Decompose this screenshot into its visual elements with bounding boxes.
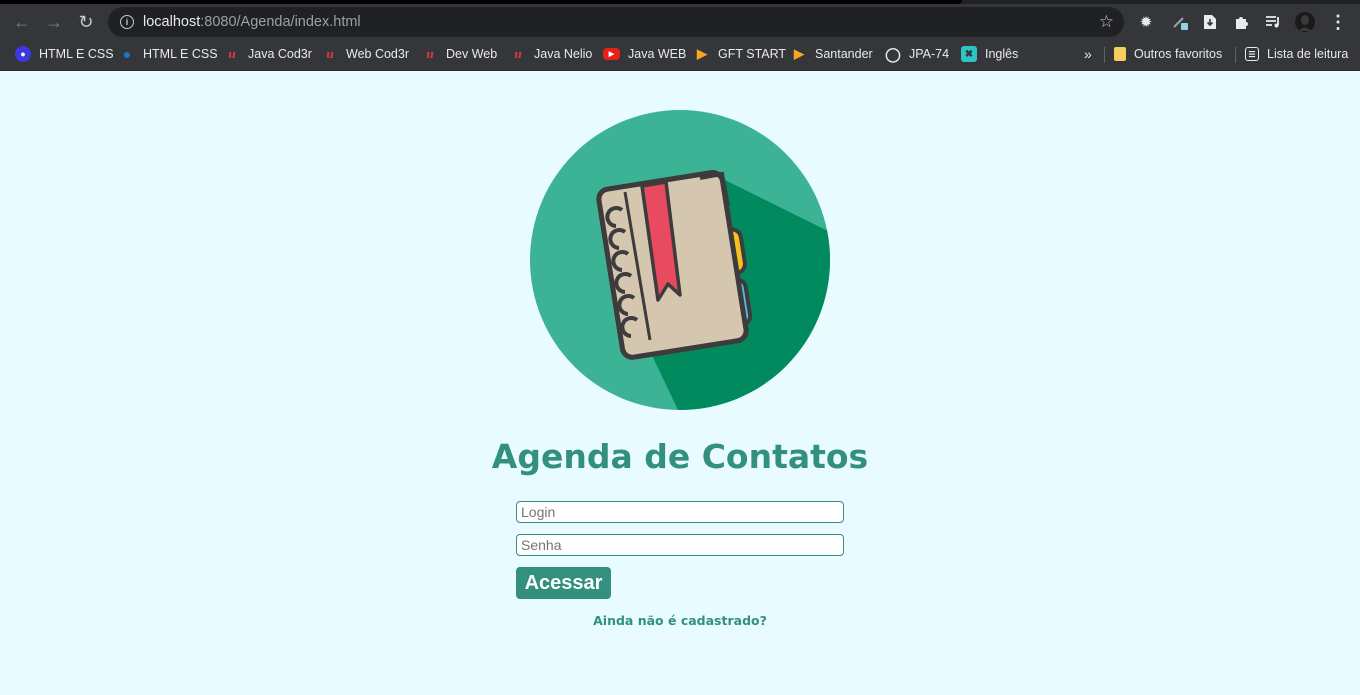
bookmark-item[interactable]: ✖ Inglês (961, 40, 1018, 68)
profile-avatar[interactable] (1291, 8, 1319, 36)
bookmark-label: Java Nelio (534, 47, 593, 61)
bookmark-label: Java Cod3r (248, 47, 312, 61)
url-text[interactable]: localhost:8080/Agenda/index.html (143, 14, 361, 30)
extension-gear-icon[interactable]: ✹ (1132, 8, 1160, 36)
menu-kebab-icon[interactable]: ⋮ (1324, 8, 1352, 36)
reading-list-button[interactable]: ☰ Lista de leitura (1245, 40, 1348, 68)
bookmark-item[interactable]: ● HTML E CSS (15, 40, 114, 68)
reading-list-label: Lista de leitura (1267, 47, 1349, 61)
bookmark-separator (1235, 47, 1236, 63)
bookmark-label: JPA-74 (909, 47, 950, 61)
bookmarks-bar: ● HTML E CSS ● HTML E CSS u Java Cod3r u… (0, 40, 1360, 71)
bookmark-label: Web Cod3r (346, 47, 409, 61)
bookmark-label: HTML E CSS (143, 47, 218, 61)
extension-doc-icon[interactable] (1196, 8, 1224, 36)
browser-toolbar: ← → ↻ i localhost:8080/Agenda/index.html… (0, 4, 1360, 40)
address-bar[interactable]: i localhost:8080/Agenda/index.html ☆ (108, 7, 1124, 37)
globe-icon: ◯ (885, 45, 901, 62)
extensions-puzzle-icon[interactable] (1228, 8, 1256, 36)
udemy-icon: u (514, 47, 522, 61)
url-host: localhost (143, 14, 201, 30)
register-link[interactable]: Ainda não é cadastrado? (580, 613, 780, 628)
bookmark-item[interactable]: u Dev Web (422, 40, 497, 68)
bookmark-item[interactable]: u Java Nelio (510, 40, 592, 68)
forward-icon[interactable]: → (38, 6, 70, 38)
bookmarks-overflow-button[interactable]: » (1084, 40, 1092, 68)
site-info-icon[interactable]: i (120, 15, 134, 29)
youtube-icon: ▶ (603, 48, 620, 60)
media-queue-icon[interactable] (1259, 8, 1287, 36)
bookmark-label: Dev Web (446, 47, 498, 61)
bookmark-item[interactable]: ▶ GFT START (694, 40, 786, 68)
bookmark-item[interactable]: ▶ Santander (791, 40, 873, 68)
page-title: Agenda de Contatos (491, 437, 869, 476)
url-path: :8080/Agenda/index.html (200, 14, 361, 30)
other-bookmarks-folder[interactable]: Outros favoritos (1114, 40, 1222, 68)
other-bookmarks-label: Outros favoritos (1134, 47, 1223, 61)
bookmark-item[interactable]: u Java Cod3r (224, 40, 312, 68)
bookmark-item[interactable]: u Web Cod3r (322, 40, 409, 68)
bookmark-item[interactable]: ▶ Java WEB (603, 40, 686, 68)
bookmark-label: HTML E CSS (39, 47, 114, 61)
bookmark-item[interactable]: ● HTML E CSS (119, 40, 218, 68)
bookmark-separator (1104, 47, 1105, 63)
udemy-icon: u (326, 47, 334, 61)
agenda-logo-icon (530, 110, 830, 410)
back-icon[interactable]: ← (6, 6, 38, 38)
discord-like-icon: ● (15, 46, 31, 62)
folder-icon (1114, 47, 1126, 61)
login-input[interactable] (516, 501, 844, 523)
udemy-icon: u (426, 47, 434, 61)
udemy-icon: u (228, 47, 236, 61)
bookmark-label: Santander (815, 47, 873, 61)
reload-icon[interactable]: ↻ (70, 6, 102, 38)
reading-list-icon: ☰ (1245, 47, 1259, 61)
extension-pen-icon[interactable] (1166, 8, 1194, 36)
bookmark-item[interactable]: ◯ JPA-74 (885, 40, 949, 68)
bookmark-star-icon[interactable]: ☆ (1099, 12, 1114, 32)
cambly-icon: ✖ (961, 46, 977, 62)
people-icon: ● (122, 46, 132, 62)
bookmark-label: Inglês (985, 47, 1019, 61)
submit-button[interactable]: Acessar (516, 567, 611, 599)
dio-icon: ▶ (794, 46, 804, 61)
bookmark-label: Java WEB (628, 47, 687, 61)
password-input[interactable] (516, 534, 844, 556)
bookmark-label: GFT START (718, 47, 787, 61)
dio-icon: ▶ (697, 46, 707, 61)
